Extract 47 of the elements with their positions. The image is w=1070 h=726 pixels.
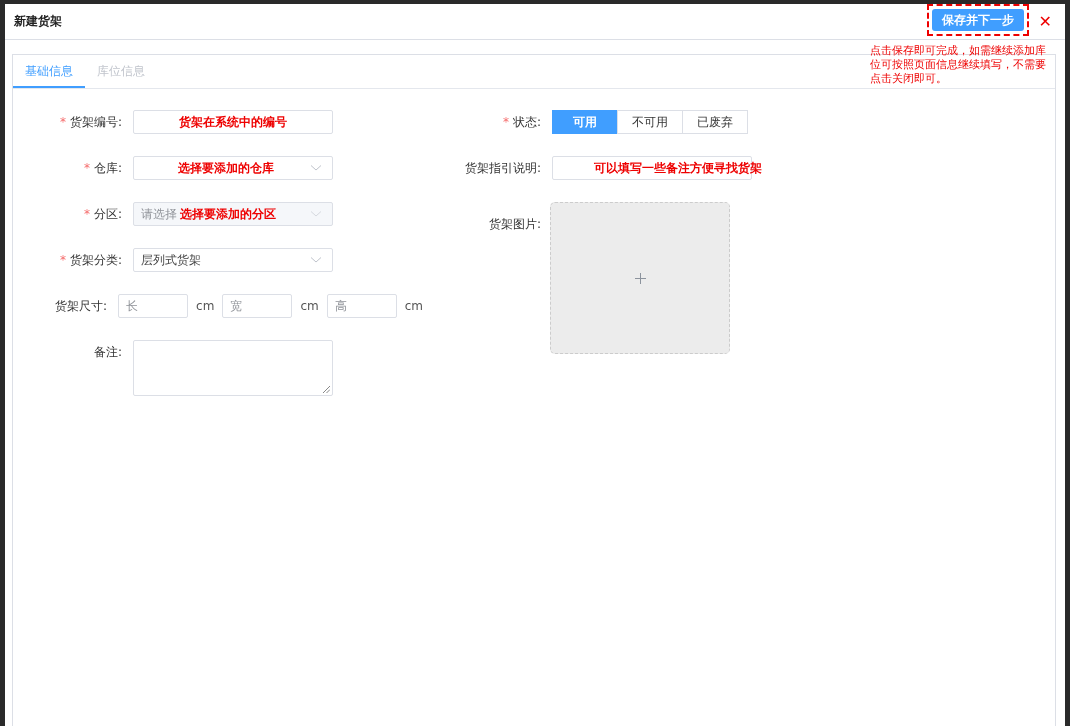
tab[interactable]: 基础信息 bbox=[13, 55, 85, 88]
textarea-field[interactable] bbox=[133, 340, 333, 396]
field-label: 状态: bbox=[512, 115, 541, 129]
radio-button[interactable]: 不可用 bbox=[617, 110, 683, 134]
resize-handle-icon bbox=[323, 386, 330, 393]
input-field[interactable]: 高 bbox=[326, 294, 397, 318]
plus-icon bbox=[634, 272, 646, 284]
radio-button[interactable]: 可用 bbox=[552, 110, 618, 134]
annotation-text: 可以填写一些备注方便寻找货架 bbox=[594, 161, 762, 175]
field-label: 备注: bbox=[93, 345, 122, 359]
field-label: 货架分类: bbox=[69, 253, 122, 267]
field-label: 货架指引说明: bbox=[464, 161, 541, 175]
close-icon[interactable]: ✕ bbox=[1038, 12, 1052, 31]
required-mark: * bbox=[83, 161, 90, 175]
required-mark: * bbox=[59, 115, 66, 129]
placeholder-text: 宽 bbox=[230, 297, 243, 315]
required-mark: * bbox=[83, 207, 90, 221]
input-field[interactable]: 宽 bbox=[222, 294, 293, 318]
required-mark: * bbox=[59, 253, 66, 267]
radio-button[interactable]: 已废弃 bbox=[682, 110, 748, 134]
annotation-text: 选择要添加的仓库 bbox=[177, 159, 274, 177]
save-next-button[interactable]: 保存并下一步 bbox=[931, 9, 1024, 31]
field-label: 货架尺寸: bbox=[55, 299, 108, 313]
chevron-down-icon bbox=[310, 210, 322, 218]
select-field[interactable]: 选择要添加的仓库 bbox=[133, 156, 333, 180]
chevron-down-icon bbox=[310, 256, 322, 264]
field-label: 仓库: bbox=[93, 161, 122, 175]
select-field[interactable]: 层列式货架 bbox=[133, 248, 333, 272]
annotation-text: 货架在系统中的编号 bbox=[179, 115, 287, 129]
field-label: 货架图片: bbox=[488, 217, 541, 231]
placeholder-text: 高 bbox=[334, 297, 347, 315]
select-value: 层列式货架 bbox=[141, 251, 201, 269]
field-label: 分区: bbox=[93, 207, 122, 221]
placeholder-text: 长 bbox=[126, 297, 139, 315]
field-label: 货架编号: bbox=[69, 115, 122, 129]
chevron-down-icon bbox=[310, 164, 322, 172]
annotation-note: 点击保存即可完成，如需继续添加库位可按照页面信息继续填写，不需要点击关闭即可。 bbox=[870, 44, 1047, 86]
annotation-text: 选择要添加的分区 bbox=[180, 205, 276, 223]
unit-label: cm bbox=[196, 299, 215, 313]
placeholder-text: 请选择 bbox=[141, 205, 177, 223]
tab[interactable]: 库位信息 bbox=[85, 55, 157, 88]
input-field[interactable] bbox=[133, 110, 333, 134]
unit-label: cm bbox=[404, 299, 423, 313]
dialog-title: 新建货架 bbox=[14, 13, 62, 30]
unit-label: cm bbox=[300, 299, 319, 313]
input-field[interactable]: 长 bbox=[118, 294, 189, 318]
required-mark: * bbox=[502, 115, 509, 129]
